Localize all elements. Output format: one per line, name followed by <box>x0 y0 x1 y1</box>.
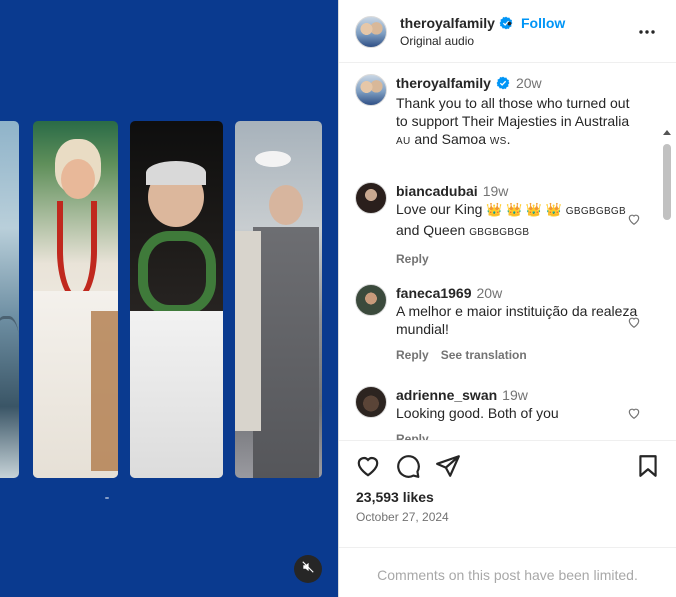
like-comment-button[interactable] <box>627 406 641 420</box>
comments-scrollbar[interactable] <box>662 130 672 440</box>
comment-time[interactable]: 19w <box>483 183 509 199</box>
like-comment-button[interactable] <box>627 212 641 226</box>
comment-username[interactable]: faneca1969 <box>396 285 472 301</box>
see-translation-button[interactable]: See translation <box>441 348 527 362</box>
photo-panel-king <box>130 121 223 478</box>
photo-panel-sydney-harbour <box>0 121 19 478</box>
comment-username[interactable]: biancadubai <box>396 183 478 199</box>
flag-au: AU <box>396 136 411 147</box>
like-button[interactable] <box>355 453 381 479</box>
post-media[interactable] <box>0 0 338 597</box>
comment-button[interactable] <box>395 453 421 479</box>
post-sidebar: theroyalfamily • Follow Original audio t… <box>338 0 676 597</box>
comment-item: adrienne_swan 19w Looking good. Both of y… <box>355 386 655 440</box>
heart-icon <box>627 213 641 230</box>
avatar[interactable] <box>355 16 387 48</box>
flag-gb: GBGBGBGB <box>565 206 626 217</box>
avatar[interactable] <box>355 284 387 316</box>
comments-limited-notice: Comments on this post have been limited. <box>339 547 676 597</box>
share-button[interactable] <box>435 453 461 479</box>
comment-time[interactable]: 19w <box>502 387 528 403</box>
share-icon <box>435 455 461 483</box>
caption-time[interactable]: 20w <box>516 75 542 91</box>
scroll-thumb[interactable] <box>663 144 671 220</box>
caption-text: Thank you to all those who turned out to… <box>396 95 630 129</box>
comment-meta: Reply <box>396 430 644 440</box>
comment-meta: Reply See translation <box>396 346 644 364</box>
post-actions <box>339 453 676 483</box>
comment-body: adrienne_swan 19w Looking good. Both of y… <box>396 386 644 440</box>
mute-button[interactable] <box>294 555 322 583</box>
caption-username[interactable]: theroyalfamily <box>396 75 491 91</box>
like-comment-button[interactable] <box>627 315 641 329</box>
comment-text: Looking good. Both of you <box>396 405 559 421</box>
comment-item: biancadubai 19w Love our King 👑 👑 👑 👑 GBG… <box>355 182 655 270</box>
avatar[interactable] <box>355 182 387 214</box>
reply-button[interactable]: Reply <box>396 348 429 362</box>
audio-muted-icon <box>301 560 315 579</box>
comment-body: biancadubai 19w Love our King 👑 👑 👑 👑 GBG… <box>396 182 644 268</box>
flag-gb: GBGBGBGB <box>469 227 530 238</box>
comments-list[interactable]: theroyalfamily 20w Thank you to all those… <box>339 64 676 441</box>
comment-meta: Reply <box>396 250 644 268</box>
comment-icon <box>395 455 421 483</box>
caption-text-end: . <box>506 131 511 147</box>
comment-item: faneca1969 20w A melhor e maior instituiç… <box>355 284 655 369</box>
caption: theroyalfamily 20w Thank you to all those… <box>355 74 655 154</box>
avatar[interactable] <box>355 74 387 106</box>
heart-icon <box>355 457 381 483</box>
bookmark-icon <box>635 455 661 483</box>
heart-icon <box>627 407 641 424</box>
header-username[interactable]: theroyalfamily <box>400 15 495 31</box>
reply-button[interactable]: Reply <box>396 252 429 266</box>
photo-panel-queen <box>33 121 118 478</box>
post-date[interactable]: October 27, 2024 <box>356 510 449 524</box>
photo-panel-walking <box>235 121 322 478</box>
flag-ws: WS <box>489 136 507 147</box>
more-horizontal-icon <box>639 21 655 39</box>
save-button[interactable] <box>635 453 661 479</box>
likes-count[interactable]: 23,593 likes <box>356 489 434 505</box>
scroll-up-arrow[interactable] <box>663 130 671 135</box>
heart-icon <box>627 316 641 333</box>
comment-username[interactable]: adrienne_swan <box>396 387 497 403</box>
comment-body: faneca1969 20w A melhor e maior instituiç… <box>396 284 644 364</box>
caption-body: theroyalfamily 20w Thank you to all those… <box>396 74 644 151</box>
carousel-indicator <box>105 497 109 499</box>
post-header: theroyalfamily • Follow Original audio <box>339 0 676 63</box>
more-options-button[interactable] <box>638 21 656 39</box>
comment-time[interactable]: 20w <box>477 285 503 301</box>
crown-emojis: 👑 👑 👑 👑 <box>486 202 562 217</box>
header-username-wrap[interactable]: theroyalfamily <box>400 15 513 35</box>
comment-text: Love our King <box>396 201 483 217</box>
verified-badge-icon <box>496 76 510 94</box>
caption-text-mid: and Samoa <box>414 131 486 147</box>
original-audio-link[interactable]: Original audio <box>400 34 474 48</box>
avatar[interactable] <box>355 386 387 418</box>
header-separator: • <box>507 15 512 31</box>
reply-button[interactable]: Reply <box>396 432 429 440</box>
comment-text: and Queen <box>396 222 466 238</box>
follow-button[interactable]: Follow <box>521 15 565 31</box>
comment-text: A melhor e maior instituição da realeza … <box>396 303 638 337</box>
